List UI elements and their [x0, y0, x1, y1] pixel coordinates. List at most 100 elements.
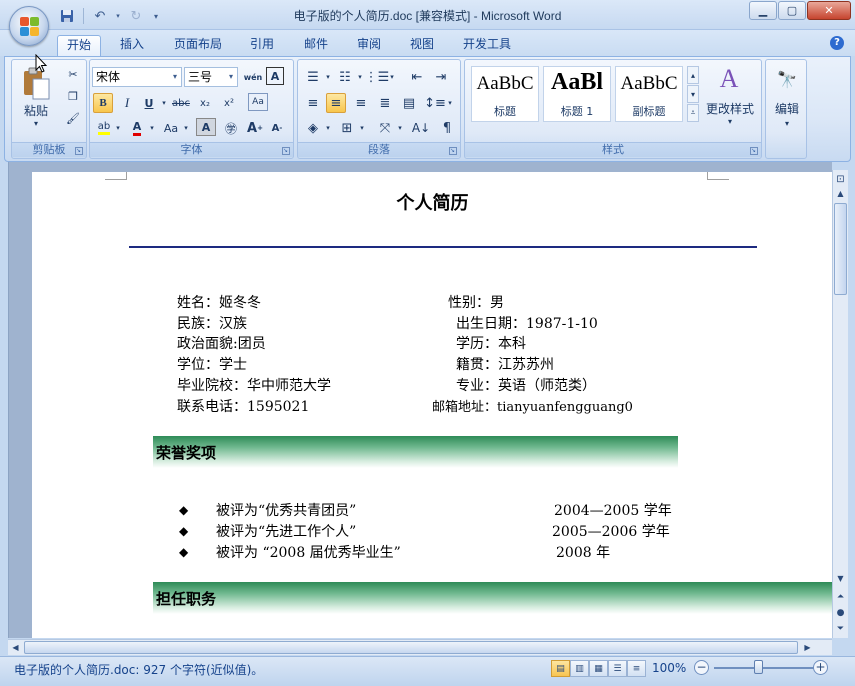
tab-references[interactable]: 引用: [240, 35, 284, 57]
scroll-right-icon[interactable]: ▶: [800, 640, 815, 655]
show-marks-icon[interactable]: ¶: [436, 118, 458, 138]
tab-home[interactable]: 开始: [57, 35, 101, 57]
style-title[interactable]: AaBbC 标题: [471, 66, 539, 122]
find-binoculars-icon[interactable]: 🔭: [774, 66, 800, 92]
previous-page-icon[interactable]: ⏶: [833, 589, 848, 604]
format-painter-icon[interactable]: 🖌: [62, 108, 84, 128]
font-name-select[interactable]: 宋体 ▾: [92, 67, 182, 87]
change-case-dropdown-icon[interactable]: ▾: [182, 121, 190, 135]
line-spacing-dropdown-icon[interactable]: ▾: [446, 96, 454, 110]
web-layout-view-icon[interactable]: ▦: [589, 660, 608, 677]
styles-launcher-icon[interactable]: ↘: [750, 147, 758, 155]
styles-scroll-up-icon[interactable]: ▴: [687, 66, 699, 84]
increase-indent-icon[interactable]: ⇥: [430, 67, 452, 87]
change-case-icon[interactable]: Aa: [248, 93, 268, 111]
print-layout-view-icon[interactable]: ▤: [551, 660, 570, 677]
subscript-button[interactable]: x₂: [194, 93, 216, 113]
phonetic-guide-icon[interactable]: wén: [242, 67, 264, 87]
font-launcher-icon[interactable]: ↘: [282, 147, 290, 155]
tab-developer[interactable]: 开发工具: [455, 35, 519, 57]
bullets-dropdown-icon[interactable]: ▾: [324, 70, 332, 84]
copy-icon[interactable]: ❐: [62, 86, 84, 106]
change-styles-button[interactable]: 更改样式: [701, 100, 759, 116]
align-left-icon[interactable]: ≡: [302, 93, 324, 113]
multilevel-list-icon[interactable]: ⋮☰: [365, 67, 390, 87]
help-icon[interactable]: ?: [830, 36, 844, 50]
select-browse-object-icon[interactable]: ●: [833, 605, 848, 620]
zoom-in-icon[interactable]: +: [813, 660, 828, 675]
character-border-icon[interactable]: A: [266, 67, 284, 85]
tab-page-layout[interactable]: 页面布局: [166, 35, 230, 57]
paste-button-label[interactable]: 粘贴: [16, 102, 56, 118]
scroll-up-icon[interactable]: ▲: [833, 186, 848, 201]
bold-button[interactable]: B: [93, 93, 113, 113]
highlight-dropdown-icon[interactable]: ▾: [114, 121, 122, 135]
zoom-level[interactable]: 100%: [652, 661, 686, 675]
shading-icon[interactable]: ◈: [302, 118, 324, 138]
maximize-button[interactable]: ▢: [778, 1, 806, 20]
font-color-icon[interactable]: A: [126, 118, 148, 138]
borders-dropdown-icon[interactable]: ▾: [358, 121, 366, 135]
full-screen-reading-view-icon[interactable]: ▥: [570, 660, 589, 677]
change-case-button[interactable]: Aa: [160, 118, 182, 138]
line-spacing-icon[interactable]: ↕≡: [424, 93, 446, 113]
vertical-scrollbar[interactable]: ⊡ ▲ ▼ ⏶ ● ⏷: [832, 170, 848, 638]
zoom-slider-track[interactable]: [714, 667, 814, 669]
scroll-down-icon[interactable]: ▼: [833, 571, 848, 586]
styles-more-icon[interactable]: ⩡: [687, 104, 699, 122]
change-styles-icon[interactable]: A: [707, 64, 751, 94]
numbering-dropdown-icon[interactable]: ▾: [356, 70, 364, 84]
outline-view-icon[interactable]: ☰: [608, 660, 627, 677]
close-button[interactable]: ✕: [807, 1, 851, 20]
minimize-button[interactable]: ▁: [749, 1, 777, 20]
ruler-toggle-icon[interactable]: ⊡: [833, 172, 848, 187]
borders-icon[interactable]: ⊞: [336, 118, 358, 138]
zoom-out-icon[interactable]: −: [694, 660, 709, 675]
italic-button[interactable]: I: [116, 93, 138, 113]
underline-dropdown-icon[interactable]: ▾: [160, 96, 168, 110]
numbering-icon[interactable]: ☷: [334, 67, 356, 87]
shrink-font-icon[interactable]: A-: [266, 118, 288, 138]
font-size-select[interactable]: 三号 ▾: [184, 67, 238, 87]
zoom-slider-thumb[interactable]: [754, 660, 763, 674]
tab-insert[interactable]: 插入: [110, 35, 154, 57]
horizontal-scroll-thumb[interactable]: [24, 641, 798, 654]
style-subtitle[interactable]: AaBbC 副标题: [615, 66, 683, 122]
shading-dropdown-icon[interactable]: ▾: [324, 121, 332, 135]
style-heading-1[interactable]: AaBl 标题 1: [543, 66, 611, 122]
paste-dropdown-icon[interactable]: ▾: [28, 118, 44, 128]
align-center-icon[interactable]: ≡: [326, 93, 346, 113]
change-styles-dropdown-icon[interactable]: ▾: [723, 116, 737, 126]
distributed-icon[interactable]: ▤: [398, 93, 420, 113]
styles-scroll-down-icon[interactable]: ▾: [687, 85, 699, 103]
next-page-icon[interactable]: ⏷: [833, 621, 848, 636]
editing-button[interactable]: 编辑: [768, 100, 806, 116]
paragraph-launcher-icon[interactable]: ↘: [449, 147, 457, 155]
align-right-icon[interactable]: ≡: [350, 93, 372, 113]
tab-view[interactable]: 视图: [400, 35, 444, 57]
bullets-icon[interactable]: ☰: [302, 67, 324, 87]
grow-font-icon[interactable]: A +: [244, 118, 266, 138]
tab-review[interactable]: 审阅: [347, 35, 391, 57]
multilevel-dropdown-icon[interactable]: ▾: [388, 70, 396, 84]
editing-dropdown-icon[interactable]: ▾: [780, 118, 794, 128]
draft-view-icon[interactable]: ≡: [627, 660, 646, 677]
justify-icon[interactable]: ≣: [374, 93, 396, 113]
decrease-indent-icon[interactable]: ⇤: [406, 67, 428, 87]
font-color-dropdown-icon[interactable]: ▾: [148, 121, 156, 135]
enclose-characters-icon[interactable]: ㊫: [220, 118, 242, 138]
vertical-scroll-thumb[interactable]: [834, 203, 847, 295]
highlight-color-icon[interactable]: ab: [93, 118, 115, 138]
chinese-layout-icon[interactable]: ⤧: [374, 118, 396, 138]
tab-mailings[interactable]: 邮件: [294, 35, 338, 57]
sort-icon[interactable]: A↓: [410, 118, 432, 138]
horizontal-scrollbar[interactable]: ◀ ▶: [8, 639, 832, 655]
cut-icon[interactable]: ✂: [62, 64, 84, 84]
superscript-button[interactable]: x²: [218, 93, 240, 113]
strikethrough-button[interactable]: abc: [170, 93, 192, 113]
underline-button[interactable]: U: [138, 93, 160, 113]
office-button[interactable]: [9, 6, 49, 46]
scroll-left-icon[interactable]: ◀: [8, 640, 23, 655]
chinese-layout-dropdown-icon[interactable]: ▾: [396, 121, 404, 135]
character-shading-icon[interactable]: A: [196, 118, 216, 136]
